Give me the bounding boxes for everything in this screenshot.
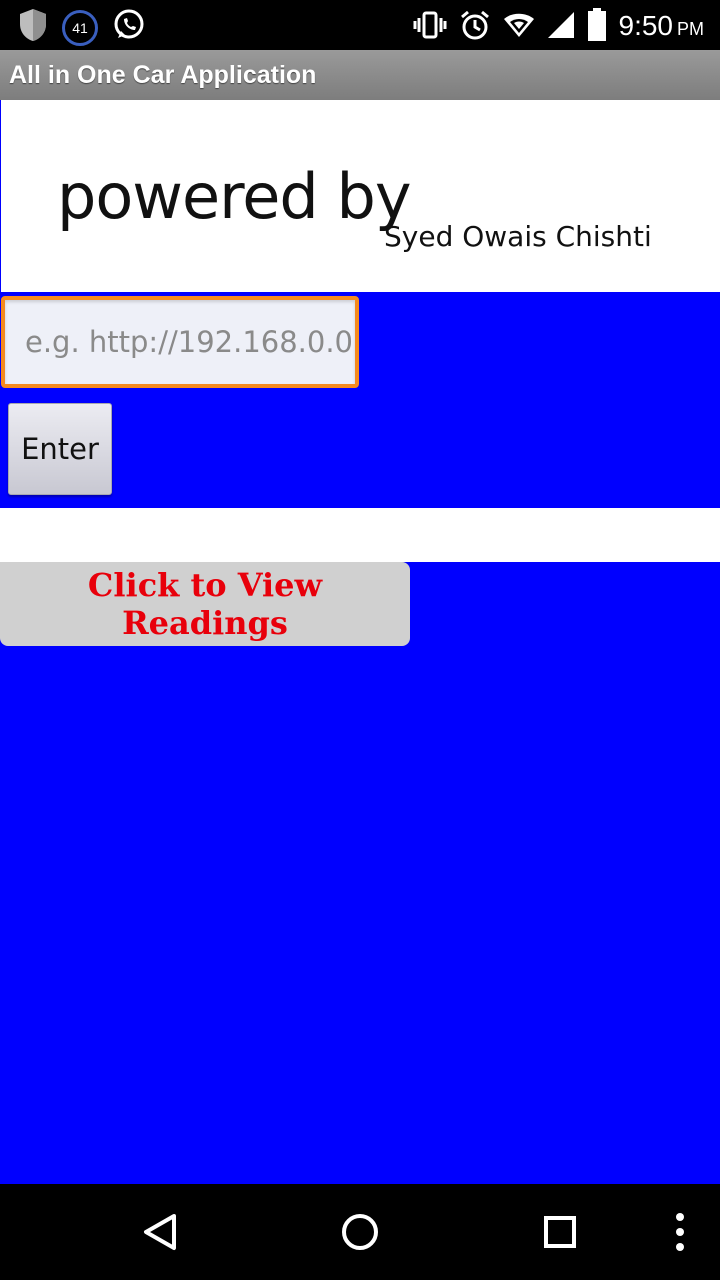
home-icon[interactable] [336,1208,384,1256]
powered-by-text: powered by [57,160,412,233]
powered-by-banner: powered by Syed Owais Chishti [0,100,720,292]
status-left-icons: 41 [18,8,146,47]
status-right-icons: 9:50 PM [413,8,705,47]
cell-signal-icon [547,11,575,44]
view-readings-button[interactable]: Click to View Readings [0,562,410,646]
whatsapp-icon [112,8,146,47]
status-time: 9:50 PM [618,10,705,41]
navigation-bar [0,1184,720,1280]
battery-icon [587,8,607,47]
url-input[interactable] [1,296,359,388]
wifi-icon [503,11,535,44]
vibrate-icon [413,10,447,45]
app-title: All in One Car Application [0,50,720,100]
enter-button[interactable]: Enter [8,403,112,495]
alarm-icon [459,9,491,46]
recents-icon[interactable] [536,1208,584,1256]
back-icon[interactable] [136,1208,184,1256]
divider-strip [0,508,720,562]
notification-count-badge: 41 [62,9,98,46]
status-bar: 41 9:50 PM [0,0,720,50]
shield-icon [18,8,48,47]
author-name: Syed Owais Chishti [384,220,652,253]
overflow-menu-icon[interactable] [656,1208,704,1256]
